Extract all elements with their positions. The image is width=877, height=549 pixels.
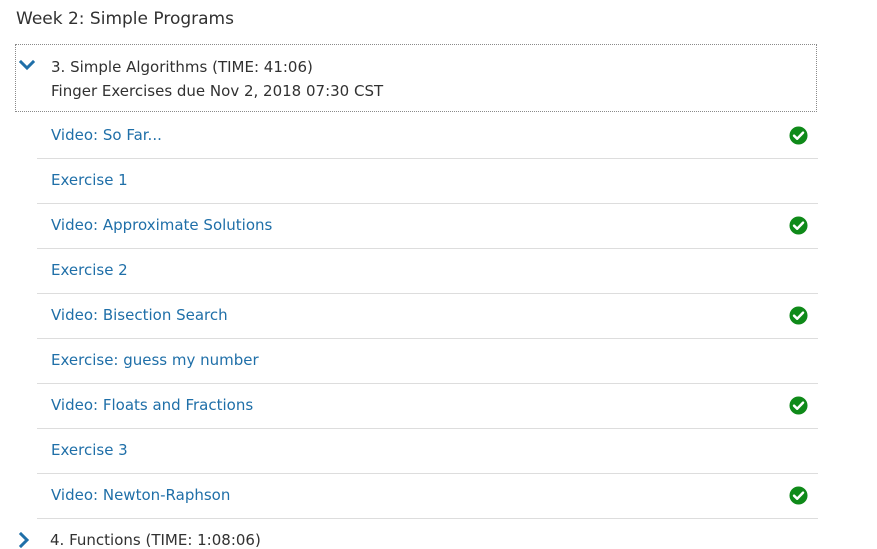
list-item: Video: So Far... (37, 114, 818, 159)
list-item: Exercise 2 (37, 249, 818, 294)
item-link-exercise-2[interactable]: Exercise 2 (51, 261, 128, 279)
course-outline: Week 2: Simple Programs 3. Simple Algori… (0, 0, 877, 549)
section-title: 3. Simple Algorithms (TIME: 41:06) (51, 58, 313, 76)
item-link-exercise-guess-my-number[interactable]: Exercise: guess my number (51, 351, 259, 369)
item-link-video-bisection-search[interactable]: Video: Bisection Search (51, 306, 228, 324)
section-header-simple-algorithms[interactable]: 3. Simple Algorithms (TIME: 41:06) Finge… (15, 44, 817, 112)
list-item: Video: Bisection Search (37, 294, 818, 339)
item-link-video-newton-raphson[interactable]: Video: Newton-Raphson (51, 486, 230, 504)
item-link-exercise-1[interactable]: Exercise 1 (51, 171, 128, 189)
check-circle-icon (789, 216, 808, 235)
check-circle-icon (789, 126, 808, 145)
section-due-date: Finger Exercises due Nov 2, 2018 07:30 C… (51, 82, 384, 100)
chevron-right-icon (18, 532, 30, 548)
chevron-down-icon (19, 59, 35, 71)
item-link-video-so-far[interactable]: Video: So Far... (51, 126, 162, 144)
item-link-exercise-3[interactable]: Exercise 3 (51, 441, 128, 459)
item-link-video-approximate-solutions[interactable]: Video: Approximate Solutions (51, 216, 272, 234)
week-title: Week 2: Simple Programs (16, 9, 234, 29)
section-title: 4. Functions (TIME: 1:08:06) (50, 531, 261, 549)
check-circle-icon (789, 396, 808, 415)
list-item: Exercise: guess my number (37, 339, 818, 384)
list-item: Video: Floats and Fractions (37, 384, 818, 429)
check-circle-icon (789, 306, 808, 325)
list-item: Video: Approximate Solutions (37, 204, 818, 249)
list-item: Exercise 1 (37, 159, 818, 204)
section-item-list: Video: So Far... Exercise 1 Video: Appro… (37, 114, 818, 519)
section-header-functions[interactable]: 4. Functions (TIME: 1:08:06) (15, 529, 817, 549)
check-circle-icon (789, 486, 808, 505)
list-item: Exercise 3 (37, 429, 818, 474)
item-link-video-floats-and-fractions[interactable]: Video: Floats and Fractions (51, 396, 253, 414)
list-item: Video: Newton-Raphson (37, 474, 818, 519)
